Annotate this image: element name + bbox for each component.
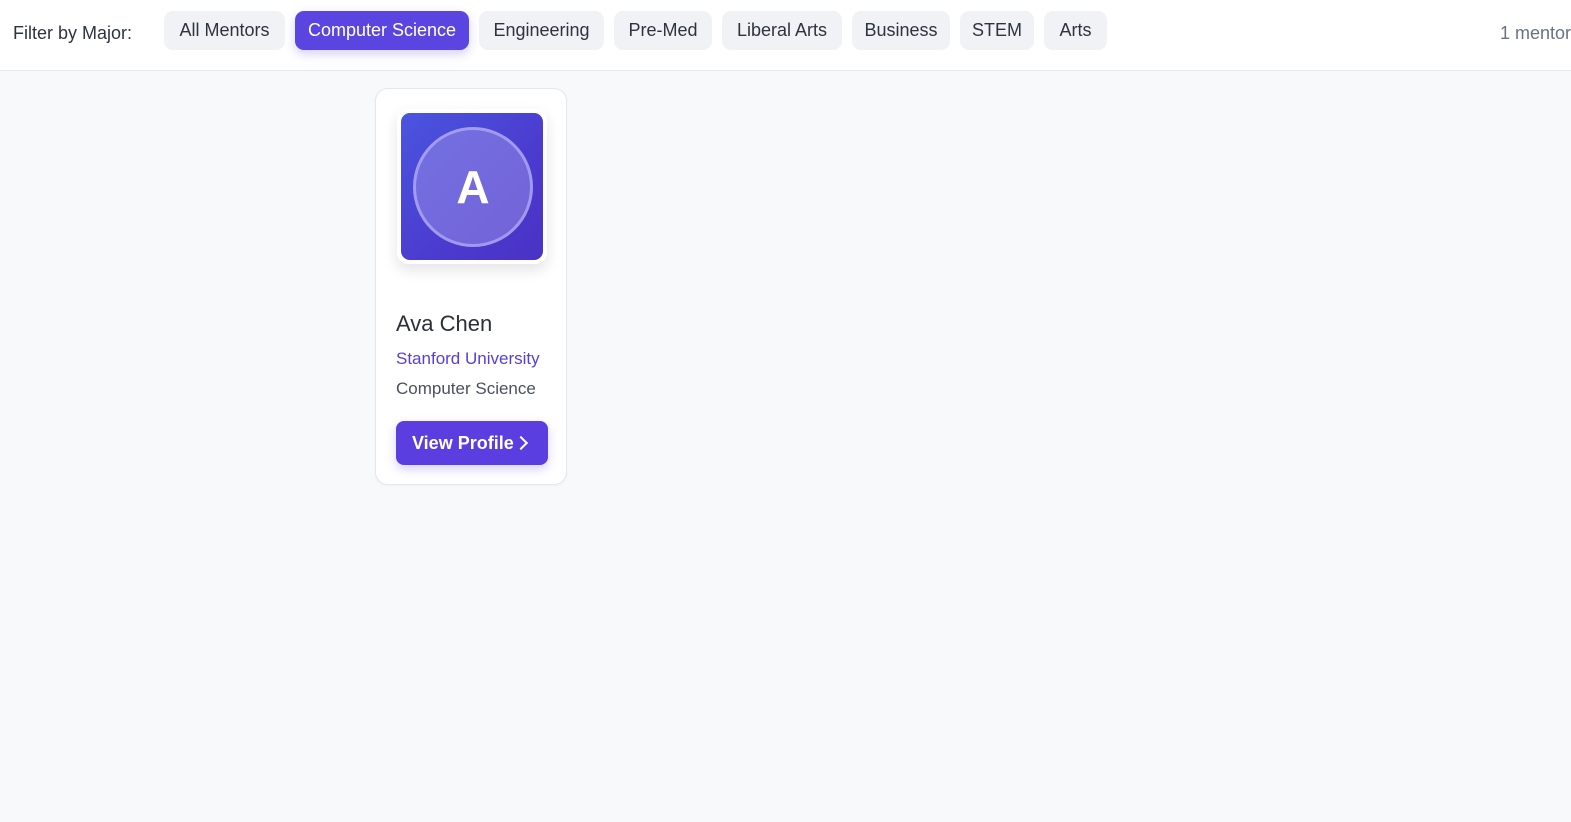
chip-arts[interactable]: Arts [1044, 11, 1107, 50]
view-profile-label: View Profile [412, 433, 514, 453]
mentor-school: Stanford University [396, 349, 540, 368]
mentor-name: Ava Chen [396, 311, 493, 336]
chip-pre-med[interactable]: Pre-Med [614, 11, 712, 50]
mentor-photo-frame: A [397, 109, 547, 264]
view-profile-button[interactable]: View Profile [396, 421, 548, 465]
chip-business[interactable]: Business [852, 11, 950, 50]
chip-all-mentors[interactable]: All Mentors [164, 11, 285, 50]
mentor-major: Computer Science [396, 379, 536, 398]
filter-label: Filter by Major: [13, 23, 133, 43]
chip-engineering[interactable]: Engineering [479, 11, 604, 50]
avatar: A [413, 127, 533, 247]
chevron-right-icon [513, 435, 529, 451]
chip-computer-science[interactable]: Computer Science [295, 11, 469, 50]
filter-bar: Filter by Major: All Mentors Computer Sc… [0, 0, 1571, 71]
chip-liberal-arts[interactable]: Liberal Arts [722, 11, 842, 50]
mentor-photo: A [401, 113, 543, 260]
mentor-card: A Ava Chen Stanford University Computer … [375, 88, 567, 485]
mentor-count: 1 mentor [1500, 23, 1571, 43]
chip-stem[interactable]: STEM [960, 11, 1034, 50]
